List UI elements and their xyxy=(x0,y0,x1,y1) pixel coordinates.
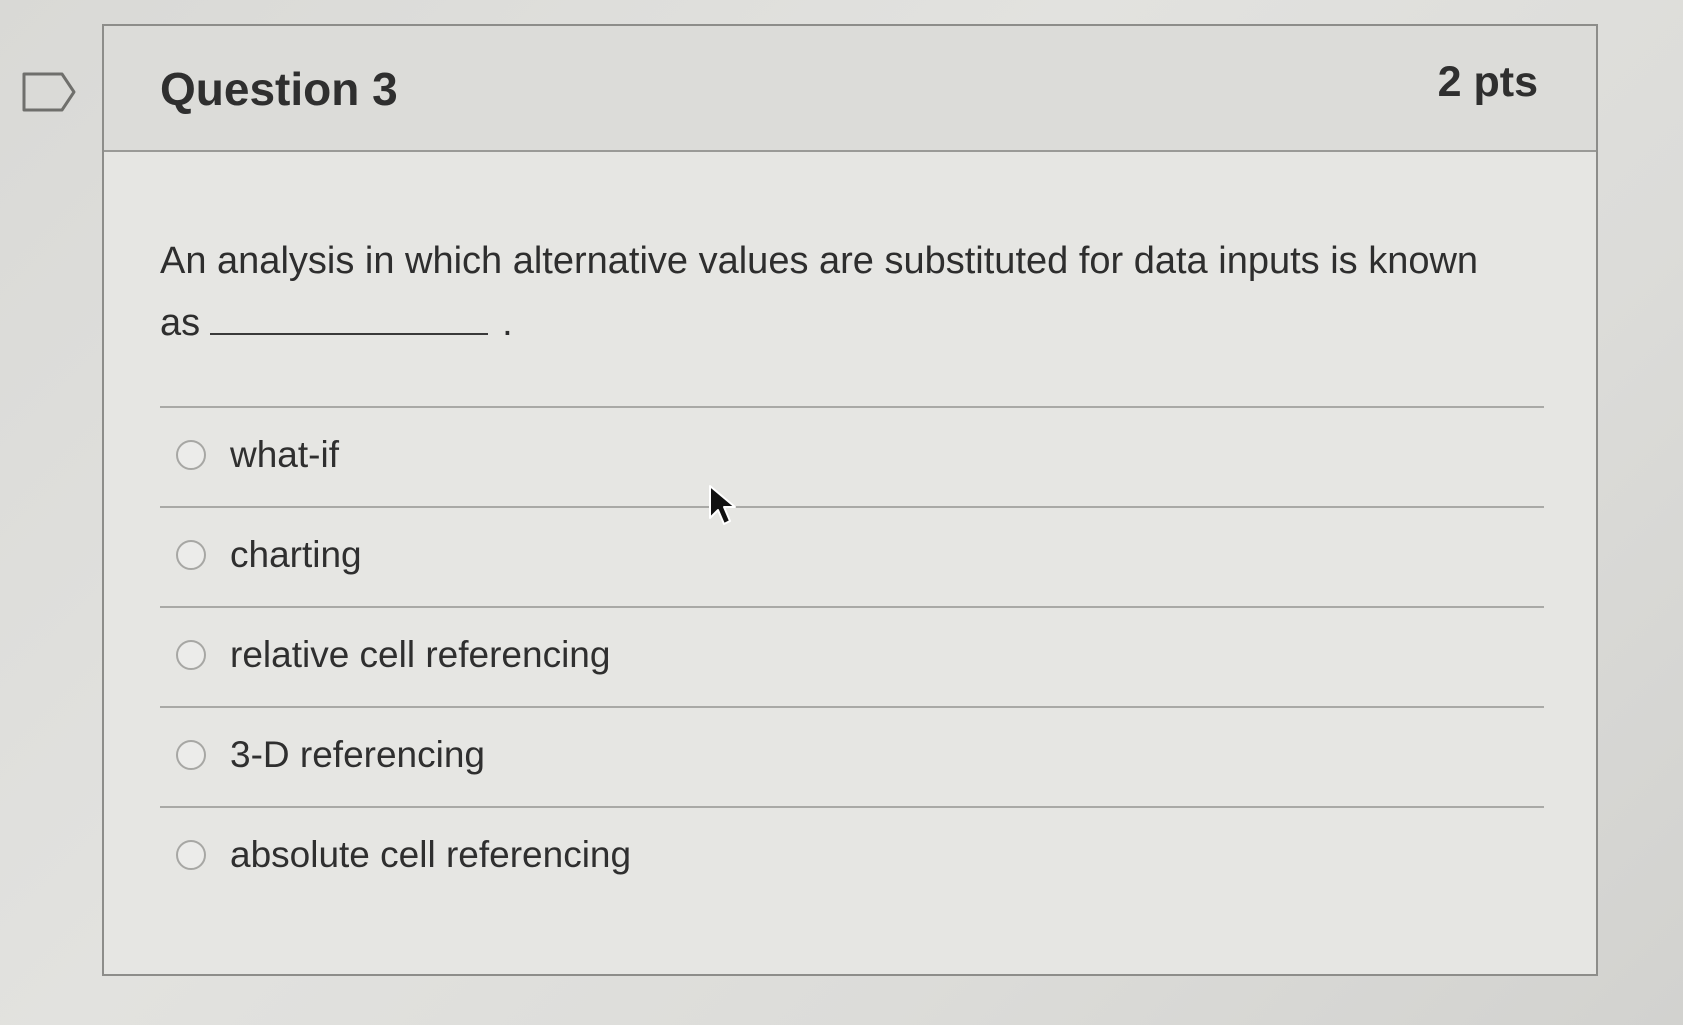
answer-blank xyxy=(210,332,489,335)
answer-option-what-if[interactable]: what-if xyxy=(160,408,1544,508)
question-text-after-blank: . xyxy=(502,302,513,344)
answer-label[interactable]: what-if xyxy=(230,434,339,476)
question-text-before-blank: An analysis in which alternative values … xyxy=(160,240,1479,344)
answer-label[interactable]: charting xyxy=(230,534,362,576)
radio-button-icon[interactable] xyxy=(176,740,206,770)
radio-button-icon[interactable] xyxy=(176,640,206,670)
answer-option-absolute-cell-referencing[interactable]: absolute cell referencing xyxy=(160,808,1544,908)
mouse-pointer-icon xyxy=(709,485,736,525)
question-points: 2 pts xyxy=(1437,58,1538,106)
question-title: Question 3 xyxy=(160,63,398,115)
question-header: Question 3 2 pts xyxy=(104,26,1596,152)
answer-list: what-if charting relative cell referenci… xyxy=(160,406,1544,908)
answer-option-charting[interactable]: charting xyxy=(160,508,1544,608)
radio-button-icon[interactable] xyxy=(176,540,206,570)
answer-label[interactable]: 3-D referencing xyxy=(230,734,485,776)
answer-label[interactable]: relative cell referencing xyxy=(230,634,610,676)
answer-option-relative-cell-referencing[interactable]: relative cell referencing xyxy=(160,608,1544,708)
bookmark-flag-icon[interactable] xyxy=(22,72,76,112)
question-prompt: An analysis in which alternative values … xyxy=(160,230,1500,354)
radio-button-icon[interactable] xyxy=(176,440,206,470)
question-card: Question 3 2 pts An analysis in which al… xyxy=(102,24,1598,976)
answer-option-3d-referencing[interactable]: 3-D referencing xyxy=(160,708,1544,808)
radio-button-icon[interactable] xyxy=(176,840,206,870)
answer-label[interactable]: absolute cell referencing xyxy=(230,834,631,876)
